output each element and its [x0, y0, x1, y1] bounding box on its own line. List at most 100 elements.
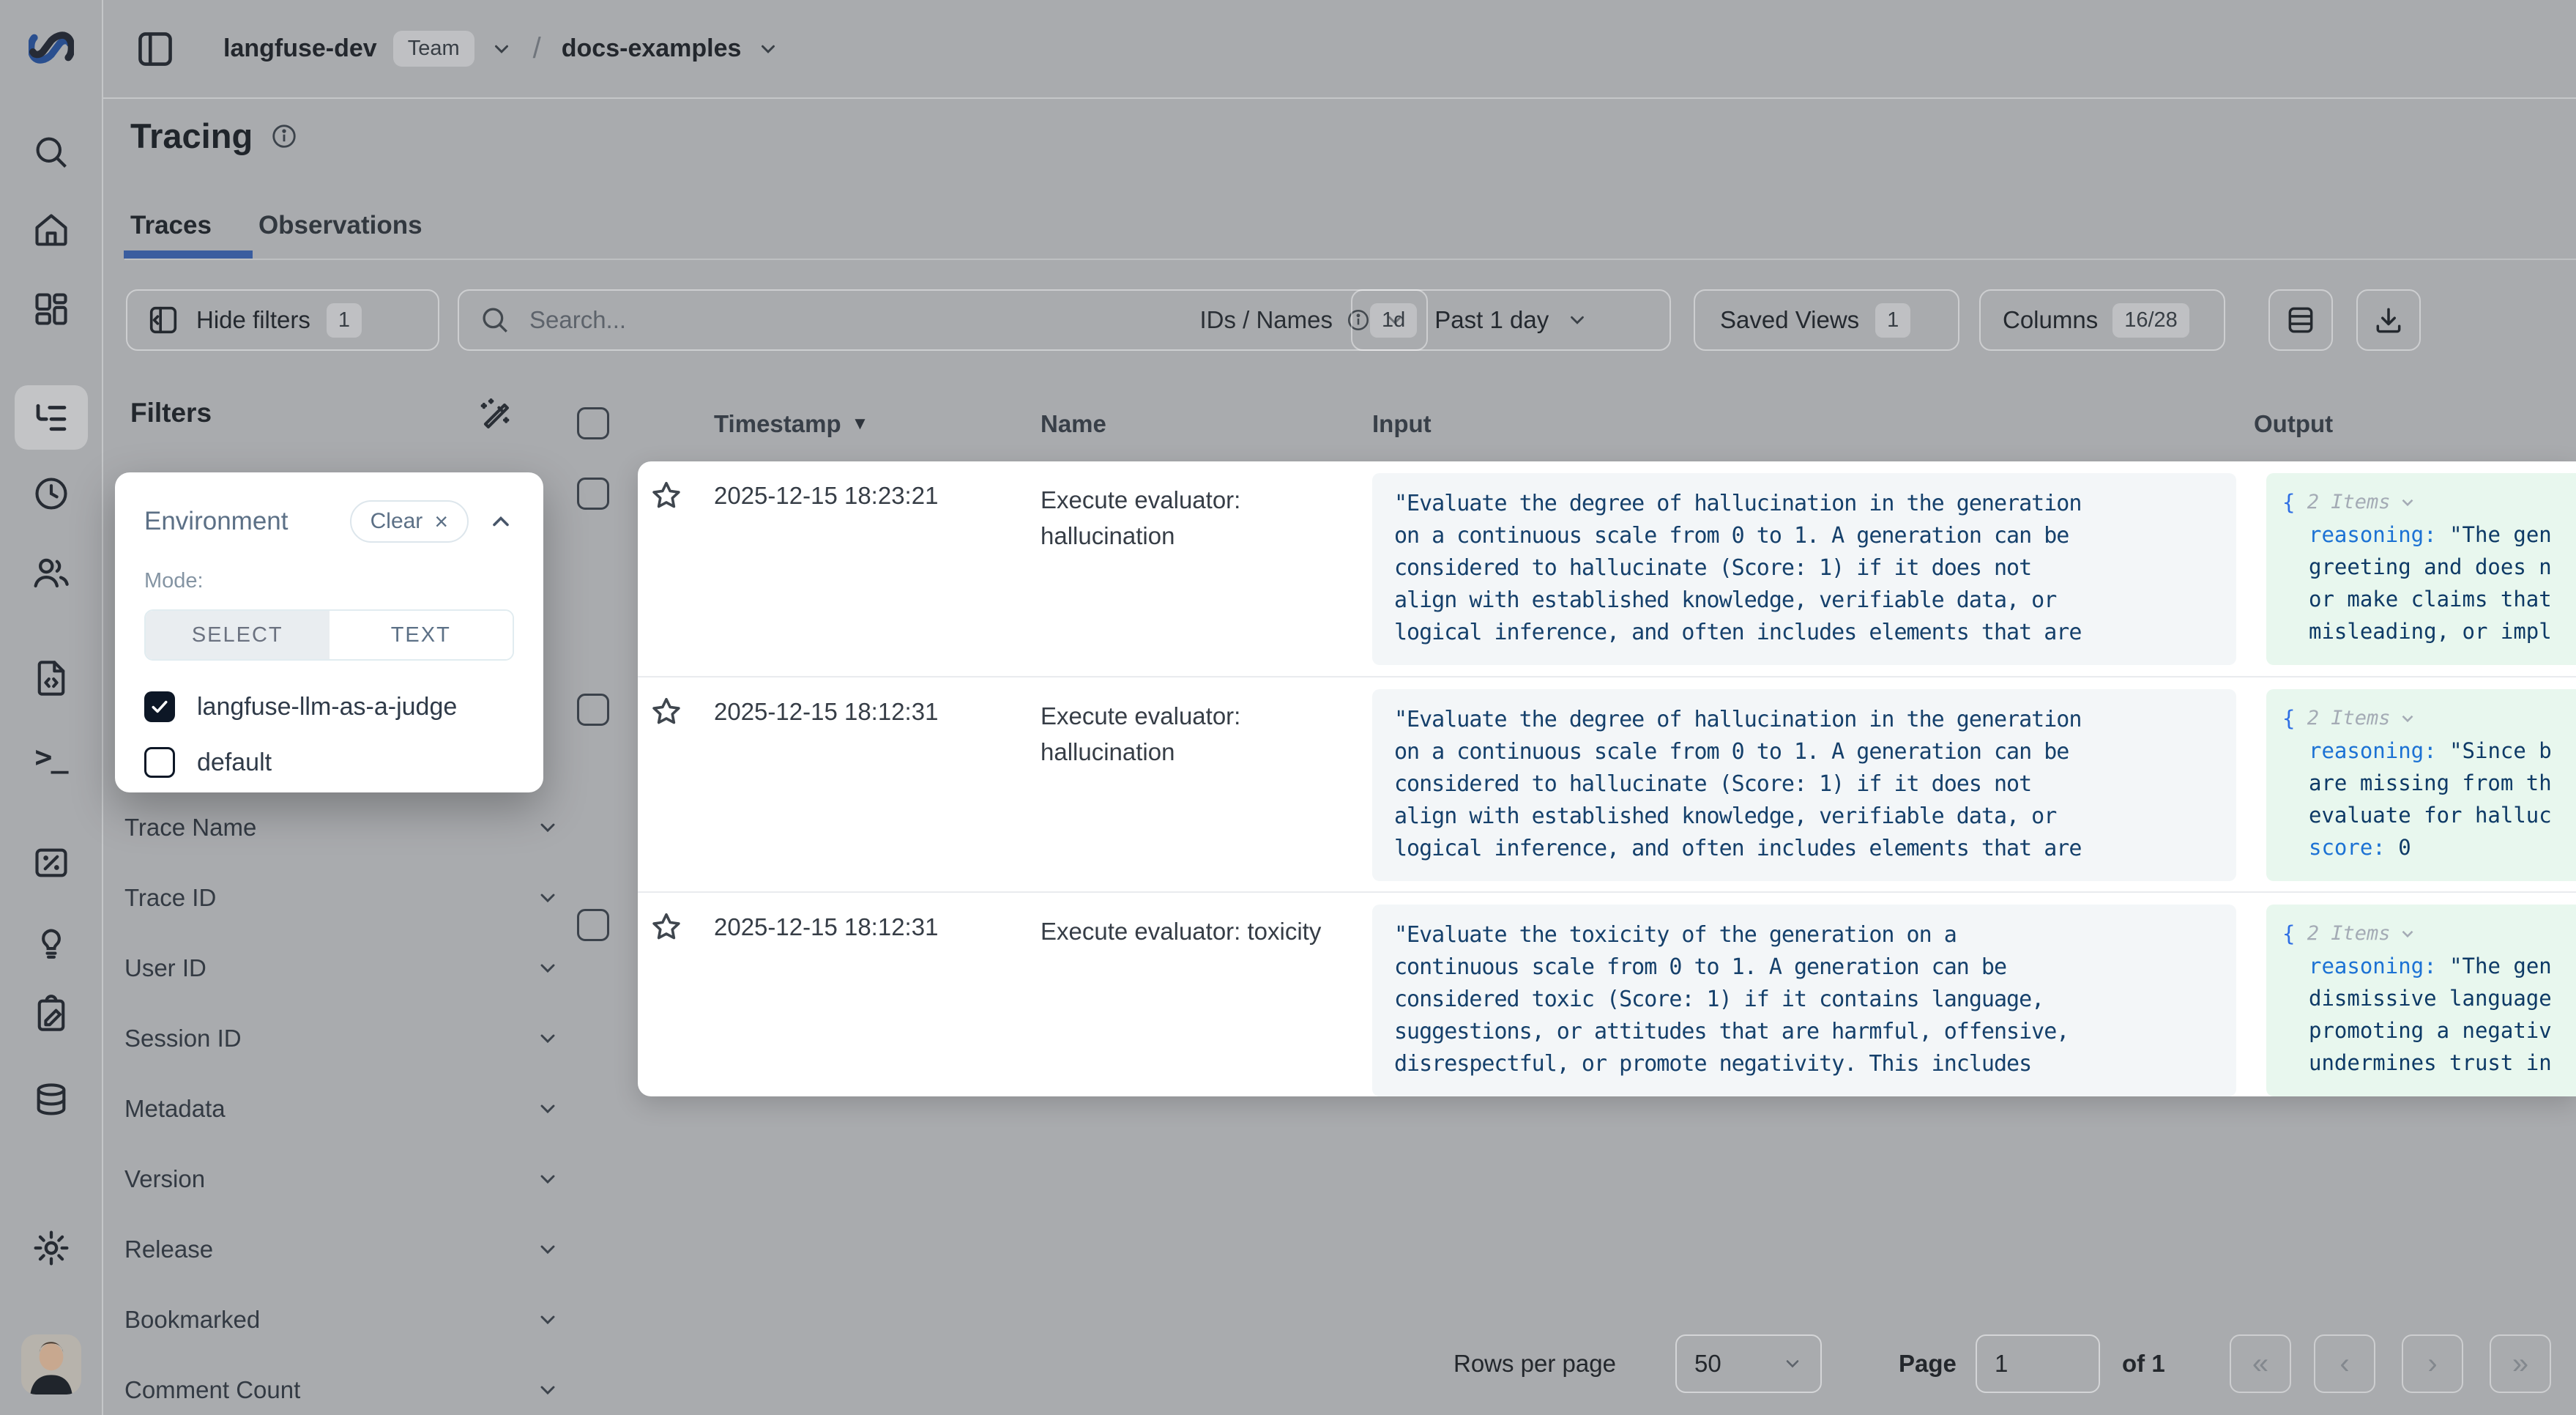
tab-traces[interactable]: Traces	[130, 211, 212, 240]
time-range-button[interactable]: 1d Past 1 day	[1351, 289, 1671, 351]
home-icon[interactable]	[25, 204, 78, 256]
row-input-cell[interactable]: "Evaluate the degree of hallucination in…	[1372, 689, 2236, 881]
next-page-button[interactable]: ›	[2402, 1334, 2463, 1393]
project-name[interactable]: docs-examples	[562, 34, 742, 63]
row-checkbox[interactable]	[577, 478, 609, 510]
environment-option[interactable]: default	[144, 747, 514, 778]
checkmark-icon	[149, 697, 170, 717]
sidebar-toggle-icon[interactable]	[134, 28, 176, 70]
double-chevron-right-icon: »	[2512, 1348, 2528, 1381]
row-name: Execute evaluator:hallucination	[1041, 698, 1240, 770]
rows-icon	[2285, 304, 2317, 336]
filter-item-bookmarked[interactable]: Bookmarked	[124, 1285, 559, 1355]
row-height-button[interactable]	[2268, 289, 2333, 351]
dashboard-icon[interactable]	[25, 283, 78, 335]
table-row[interactable]: 2025-12-15 18:12:31Execute evaluator: to…	[638, 893, 2576, 1096]
datasets-database-icon[interactable]	[25, 1074, 78, 1126]
page-count-label: of 1	[2122, 1350, 2165, 1378]
rows-per-page-select[interactable]: 50	[1675, 1334, 1822, 1393]
environment-filter-popover: Environment Clear × Mode: SELECTTEXT lan…	[115, 472, 543, 792]
double-chevron-left-icon: «	[2252, 1348, 2268, 1381]
user-avatar[interactable]	[21, 1334, 81, 1394]
mode-option-text[interactable]: TEXT	[330, 611, 513, 659]
wand-sparkles-icon[interactable]	[476, 395, 514, 434]
app-window: >_ langfuse-dev Team / docs-ex	[0, 0, 2576, 1415]
mode-option-select[interactable]: SELECT	[146, 611, 330, 659]
column-header-name[interactable]: Name	[1041, 410, 1106, 438]
filter-item-comment-count[interactable]: Comment Count	[124, 1355, 559, 1415]
tab-observations[interactable]: Observations	[258, 211, 422, 240]
column-header-timestamp[interactable]: Timestamp ▼	[714, 410, 868, 438]
saved-views-button[interactable]: Saved Views 1	[1694, 289, 1959, 351]
list-tree-icon	[31, 398, 71, 437]
filter-item-version[interactable]: Version	[124, 1144, 559, 1214]
filter-item-metadata[interactable]: Metadata	[124, 1074, 559, 1144]
row-checkbox[interactable]	[577, 909, 609, 941]
evaluators-percent-icon[interactable]	[25, 836, 78, 889]
environment-option[interactable]: langfuse-llm-as-a-judge	[144, 691, 514, 722]
info-icon[interactable]	[270, 122, 298, 150]
row-checkbox[interactable]	[577, 694, 609, 726]
table-toolbar: Hide filters 1 IDs / Names 1d Past 1 day…	[124, 289, 2576, 351]
first-page-button[interactable]: «	[2230, 1334, 2291, 1393]
row-output-cell[interactable]: { 2 Itemsreasoning: "The gengreeting and…	[2266, 473, 2576, 665]
columns-button[interactable]: Columns 16/28	[1979, 289, 2225, 351]
traces-table: 2025-12-15 18:23:21 Execute evaluator:hal…	[638, 461, 2576, 1096]
filters-panel-title: Filters	[130, 398, 212, 428]
row-timestamp: 2025-12-15 18:23:21	[714, 482, 938, 510]
column-header-output[interactable]: Output	[2254, 410, 2333, 438]
select-all-checkbox[interactable]	[577, 407, 609, 439]
row-name: Execute evaluator:hallucination	[1041, 482, 1240, 554]
top-bar: langfuse-dev Team / docs-examples	[103, 0, 2576, 99]
checkbox-checked[interactable]	[144, 691, 175, 722]
environment-filter-title[interactable]: Environment	[144, 507, 331, 536]
last-page-button[interactable]: »	[2490, 1334, 2551, 1393]
search-input[interactable]	[528, 305, 1199, 335]
column-header-input[interactable]: Input	[1372, 410, 1432, 438]
table-row[interactable]: 2025-12-15 18:12:31Execute evaluator:hal…	[638, 677, 2576, 893]
export-download-button[interactable]	[2356, 289, 2421, 351]
chevron-down-icon[interactable]	[757, 38, 779, 60]
row-output-cell[interactable]: { 2 Itemsreasoning: "The gendismissive l…	[2266, 905, 2576, 1096]
previous-page-button[interactable]: ‹	[2314, 1334, 2375, 1393]
hide-filters-button[interactable]: Hide filters 1	[126, 289, 439, 351]
icon-sidebar: >_	[0, 0, 103, 1415]
search-icon[interactable]	[25, 126, 78, 179]
filter-item-trace-id[interactable]: Trace ID	[124, 863, 559, 933]
chevron-down-icon[interactable]	[491, 38, 513, 60]
bookmark-star-icon[interactable]	[649, 695, 683, 729]
clear-filter-button[interactable]: Clear ×	[350, 500, 469, 543]
filter-item-trace-name[interactable]: Trace Name	[124, 792, 559, 863]
page-number-input[interactable]: 1	[1976, 1334, 2100, 1393]
filter-item-release[interactable]: Release	[124, 1214, 559, 1285]
chevron-down-icon	[2398, 924, 2417, 943]
playground-terminal-icon[interactable]: >_	[25, 731, 78, 784]
sidebar-item-tracing[interactable]	[15, 385, 88, 450]
filter-item-session-id[interactable]: Session ID	[124, 1003, 559, 1074]
chevron-down-icon	[2398, 493, 2417, 512]
prompts-file-code-icon[interactable]	[25, 652, 78, 705]
active-tab-indicator	[124, 250, 253, 259]
chevron-up-icon[interactable]	[488, 508, 514, 535]
search-box[interactable]: IDs / Names	[458, 289, 1428, 351]
row-name: Execute evaluator: toxicity	[1041, 913, 1321, 949]
users-icon[interactable]	[25, 546, 78, 599]
row-output-cell[interactable]: { 2 Itemsreasoning: "Since bare missing …	[2266, 689, 2576, 881]
langfuse-logo-icon[interactable]	[25, 21, 78, 74]
filter-item-user-id[interactable]: User ID	[124, 933, 559, 1003]
bookmark-star-icon[interactable]	[649, 910, 683, 944]
bookmark-star-icon[interactable]	[649, 479, 683, 513]
annotation-clipboard-pen-icon[interactable]	[25, 987, 78, 1040]
org-name[interactable]: langfuse-dev	[223, 34, 377, 63]
row-input-cell[interactable]: "Evaluate the degree of hallucination in…	[1372, 473, 2236, 665]
chevron-down-icon	[536, 957, 559, 980]
row-input-cell[interactable]: "Evaluate the toxicity of the generation…	[1372, 905, 2236, 1096]
settings-gear-icon[interactable]	[25, 1222, 78, 1274]
page-header: Tracing	[130, 116, 298, 156]
breadcrumb-separator: /	[533, 32, 541, 65]
sessions-clock-icon[interactable]	[25, 467, 78, 520]
checkbox-unchecked[interactable]	[144, 747, 175, 778]
table-row[interactable]: 2025-12-15 18:23:21 Execute evaluator:hal…	[638, 461, 2576, 677]
insights-lightbulb-icon[interactable]	[25, 916, 78, 968]
environment-options: langfuse-llm-as-a-judge default	[144, 691, 514, 778]
